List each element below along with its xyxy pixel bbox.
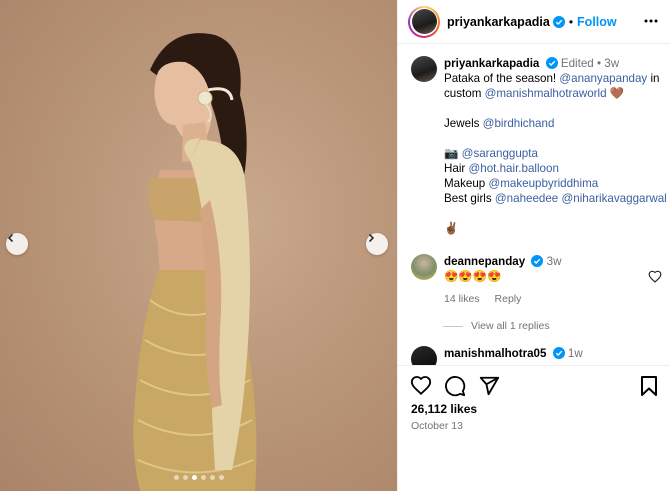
replies-divider <box>443 325 463 327</box>
like-comment-heart-icon[interactable] <box>648 270 662 284</box>
caption-text: Makeup <box>444 177 489 190</box>
camera-emoji: 📷 <box>444 147 459 160</box>
view-replies[interactable]: View all 1 replies <box>443 320 550 332</box>
carousel-dot <box>200 475 206 480</box>
more-horizontal-icon[interactable] <box>643 13 659 29</box>
share-send-icon[interactable] <box>478 375 500 397</box>
chevron-left-icon <box>7 233 14 243</box>
post-actions: 26,112 likes October 13 <box>398 365 670 491</box>
caption: priyankarkapadia Edited • 3w Pataka of t… <box>411 56 667 236</box>
comment: manishmalhotra05 1w <box>411 346 583 365</box>
chevron-right-icon <box>368 233 375 243</box>
mention-link[interactable]: @manishmalhotraworld <box>485 87 607 100</box>
reply-button[interactable]: Reply <box>495 293 522 305</box>
verified-icon <box>552 347 565 359</box>
header-username[interactable]: priyankarkapadia <box>447 15 550 29</box>
comment-username[interactable]: deannepanday <box>444 255 525 268</box>
caption-text: Best girls <box>444 192 495 205</box>
comments-scroll-area[interactable]: priyankarkapadia Edited • 3w Pataka of t… <box>398 44 670 365</box>
mention-link[interactable]: @ananyapanday <box>559 72 647 85</box>
post-date[interactable]: October 13 <box>411 420 463 432</box>
caption-text: Hair <box>444 162 469 175</box>
caption-age[interactable]: 3w <box>604 57 619 70</box>
mention-link[interactable]: @naheedee <box>495 192 558 205</box>
mention-link[interactable]: @saranggupta <box>462 147 538 160</box>
carousel-dot-active <box>191 475 197 480</box>
caption-text: custom <box>444 87 485 100</box>
avatar <box>411 9 437 34</box>
bookmark-icon[interactable] <box>639 375 659 397</box>
caption-text: Pataka of the season! <box>444 72 560 85</box>
mention-link[interactable]: @makeupbyriddhima <box>488 177 598 190</box>
carousel-dots <box>0 475 397 480</box>
comment-avatar[interactable] <box>411 254 437 280</box>
comment-text: 😍😍😍😍 <box>444 270 502 283</box>
carousel-dot <box>182 475 188 480</box>
verified-icon <box>531 255 544 267</box>
verified-icon <box>552 15 565 28</box>
mention-link[interactable]: @niharikavaggarwal <box>562 192 667 205</box>
post-header: priyankarkapadia • Follow <box>398 0 670 44</box>
comment-avatar[interactable] <box>411 346 437 365</box>
caption-avatar[interactable] <box>411 56 437 82</box>
caption-username[interactable]: priyankarkapadia <box>444 57 539 70</box>
meta-dot: • <box>596 57 602 70</box>
brown-heart-emoji: 🤎 <box>609 87 625 100</box>
header-separator: • <box>568 14 574 29</box>
previous-photo-button[interactable] <box>6 233 28 255</box>
peace-emoji: ✌🏾 <box>444 222 459 235</box>
mention-link[interactable]: @hot.hair.balloon <box>468 162 558 175</box>
mention-link[interactable]: @birdhichand <box>483 117 555 130</box>
view-replies-label[interactable]: View all 1 replies <box>471 320 550 332</box>
carousel-dot <box>209 475 215 480</box>
story-avatar[interactable] <box>408 5 440 38</box>
caption-text: in <box>647 72 660 85</box>
next-photo-button[interactable] <box>366 233 388 255</box>
carousel-dot <box>173 475 179 480</box>
comment: deannepanday 3w 😍😍😍😍 14 likes Reply <box>411 254 561 307</box>
comment-likes[interactable]: 14 likes <box>444 293 480 305</box>
follow-button[interactable]: Follow <box>577 15 617 29</box>
like-heart-icon[interactable] <box>410 375 432 397</box>
carousel-dot <box>218 475 224 480</box>
edited-label: Edited <box>560 57 594 70</box>
comment-bubble-icon[interactable] <box>444 375 466 397</box>
photo-illustration <box>133 33 257 491</box>
caption-text: Jewels <box>444 117 483 130</box>
post-sidebar: priyankarkapadia • Follow priyankarkapad… <box>397 0 670 491</box>
post-photo[interactable] <box>0 0 397 491</box>
comment-age[interactable]: 3w <box>547 255 562 268</box>
comment-age[interactable]: 1w <box>568 347 583 360</box>
comment-username[interactable]: manishmalhotra05 <box>444 347 546 360</box>
verified-icon <box>545 57 558 69</box>
likes-count[interactable]: 26,112 likes <box>411 402 477 416</box>
